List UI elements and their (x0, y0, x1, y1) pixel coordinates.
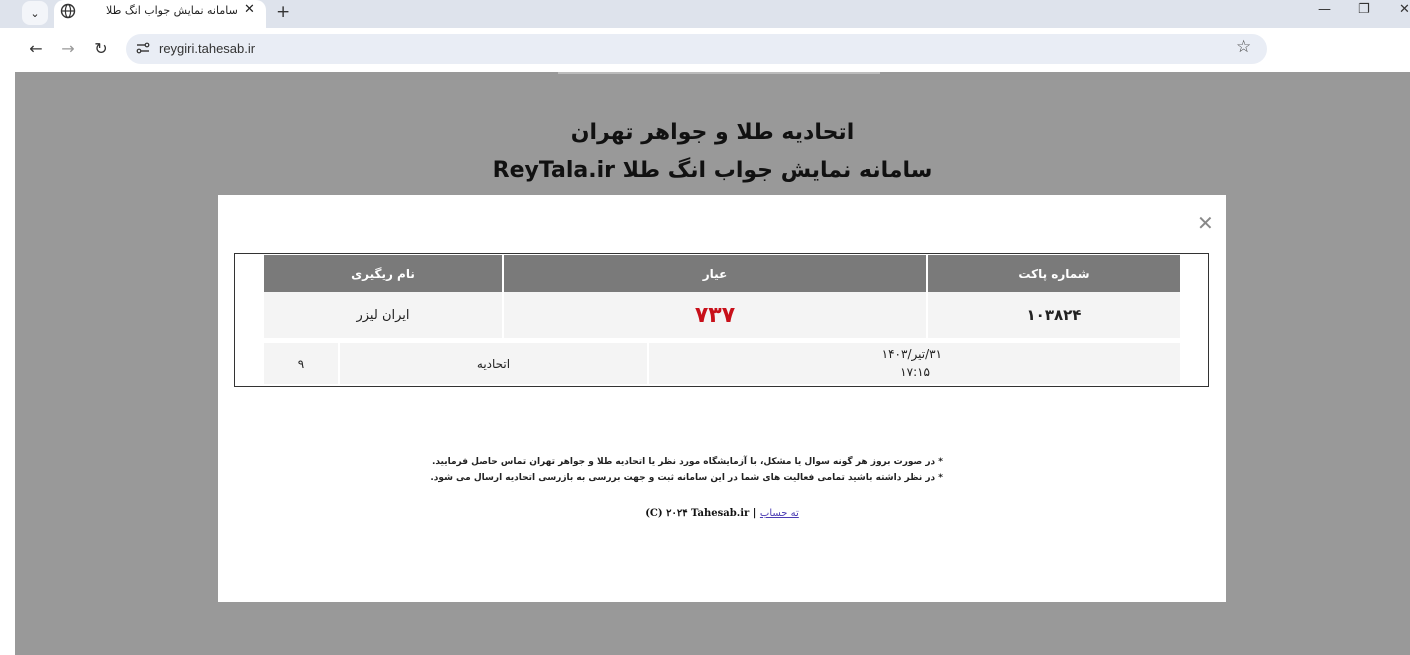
header-karat: عیار (502, 255, 926, 292)
assay-name: ایران لیزر (356, 307, 410, 323)
footer: (C) ۲۰۲۴ Tahesab.ir | ته حساب (218, 508, 1226, 519)
cell-divider (647, 343, 649, 384)
header-assay-name: نام ریگیری (351, 266, 415, 281)
packet-number: ۱۰۳۸۲۴ (926, 292, 1180, 338)
tab-close-icon[interactable]: ✕ (244, 2, 255, 17)
page-title: اتحادیه طلا و جواهر تهران (570, 120, 855, 145)
reload-icon[interactable]: ↻ (91, 39, 111, 58)
result-table: شماره پاکت عیار نام ریگیری ۱۰۳۸۲۴ ۷۳۷ ای… (234, 253, 1209, 387)
close-icon[interactable]: ✕ (1197, 211, 1214, 235)
time-text: ۱۷:۱۵ (900, 365, 930, 379)
forward-icon[interactable]: → (58, 39, 78, 58)
top-strip (558, 72, 880, 74)
copyright-text: (C) ۲۰۲۴ Tahesab.ir | (645, 508, 757, 519)
note-line: * در نظر داشته باشید تمامی فعالیت های شم… (430, 473, 943, 483)
new-tab-button[interactable]: + (276, 2, 290, 22)
result-modal: ✕ شماره پاکت عیار نام ریگیری ۱۰۳۸۲۴ ۷۳۷ … (218, 195, 1226, 602)
header-packet: شماره پاکت (926, 255, 1180, 292)
restore-icon[interactable]: ❐ (1358, 2, 1370, 17)
note-line: * در صورت بروز هر گونه سوال یا مشکل، با … (431, 457, 943, 467)
chevron-down-icon: ⌄ (30, 6, 40, 20)
details-row: ۳۱/تیر/۱۴۰۳ ۱۷:۱۵ اتحادیه ۹ (264, 343, 1180, 384)
cell-divider (338, 343, 340, 384)
page-subtitle: سامانه نمایش جواب انگ طلا ReyTala.ir (492, 158, 933, 183)
tab-strip: ⌄ سامانه نمایش جواب انگ طلا ✕ + — ❐ ✕ (0, 0, 1410, 28)
table-row: ۱۰۳۸۲۴ ۷۳۷ ایران لیزر (264, 292, 1180, 338)
table-header-row: شماره پاکت عیار نام ریگیری (264, 255, 1180, 292)
back-icon[interactable]: ← (26, 39, 46, 58)
footer-link[interactable]: ته حساب (760, 508, 799, 519)
tab-search-button[interactable]: ⌄ (22, 1, 48, 25)
browser-toolbar: ← → ↻ reygiri.tahesab.ir ☆ (0, 28, 1410, 72)
minimize-icon[interactable]: — (1318, 2, 1331, 17)
bookmark-star-icon[interactable]: ☆ (1236, 37, 1251, 57)
window-close-icon[interactable]: ✕ (1399, 2, 1410, 17)
date-time-cell: ۳۱/تیر/۱۴۰۳ ۱۷:۱۵ (649, 343, 1180, 384)
globe-icon (60, 3, 76, 19)
date-text: ۳۱/تیر/۱۴۰۳ (881, 347, 942, 361)
page-overlay: اتحادیه طلا و جواهر تهران سامانه نمایش ج… (15, 72, 1410, 655)
tab-title: سامانه نمایش جواب انگ طلا (106, 4, 238, 17)
number-cell: ۹ (297, 356, 305, 371)
browser-tab[interactable]: سامانه نمایش جواب انگ طلا ✕ (54, 0, 266, 28)
url-text[interactable]: reygiri.tahesab.ir (159, 41, 255, 56)
union-cell: اتحادیه (476, 356, 511, 371)
karat-value: ۷۳۷ (502, 292, 926, 338)
site-settings-icon[interactable] (136, 41, 150, 55)
address-bar[interactable]: reygiri.tahesab.ir ☆ (126, 34, 1267, 64)
